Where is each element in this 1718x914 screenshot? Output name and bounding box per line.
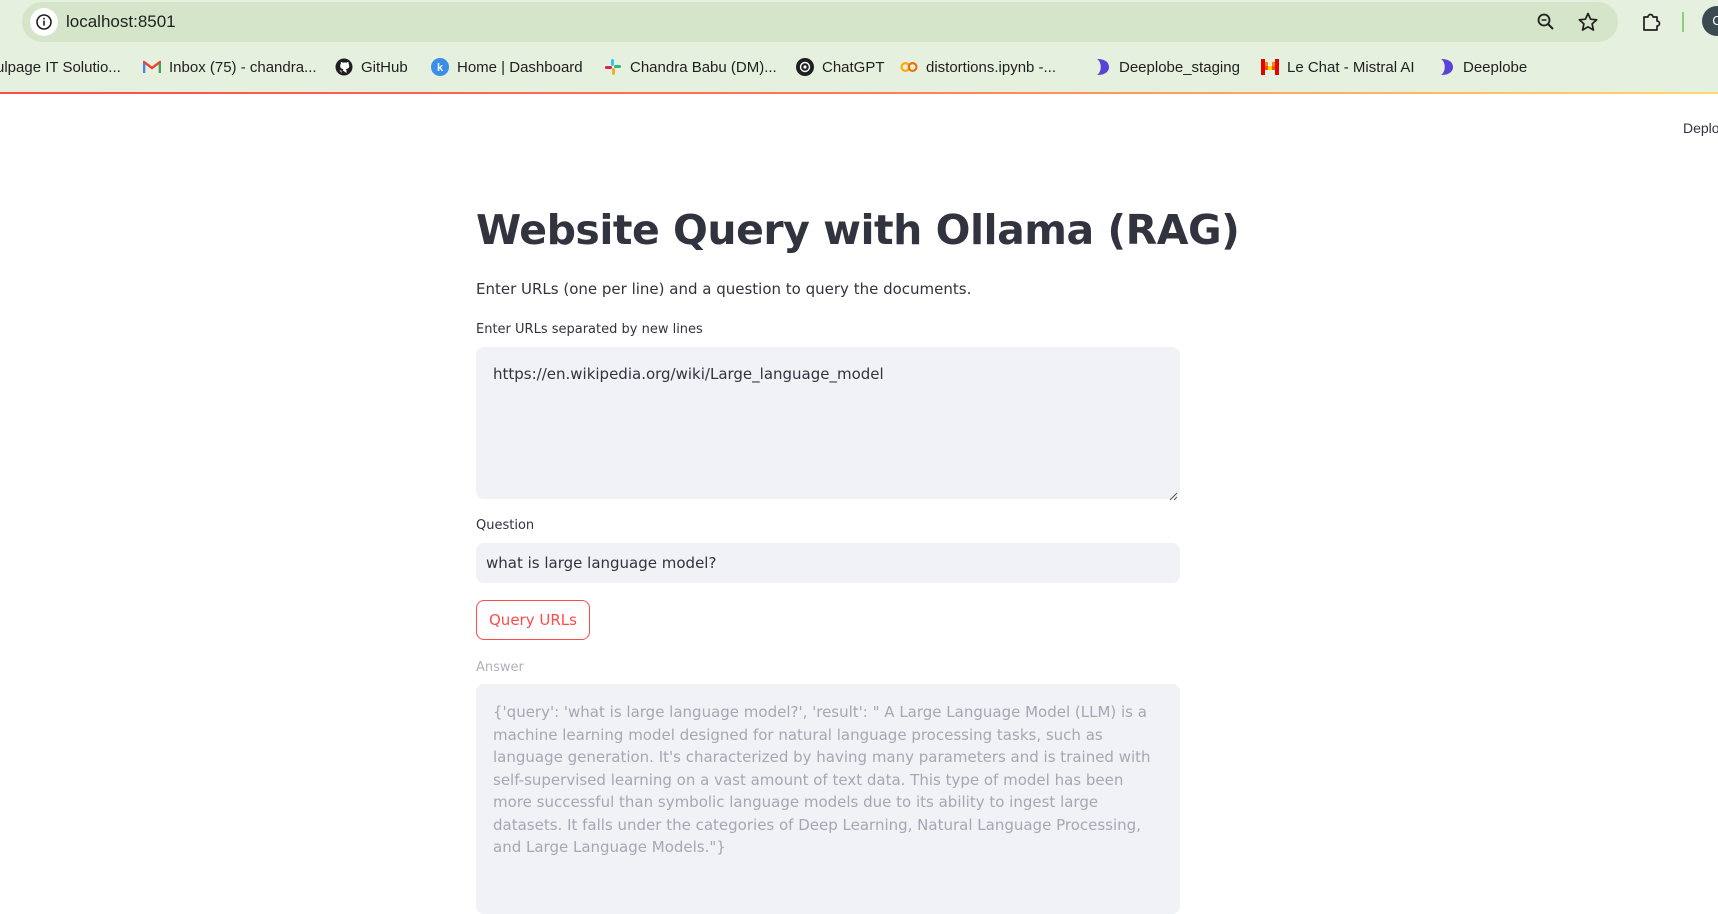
answer-label: Answer	[476, 660, 524, 675]
toolbar-divider	[1682, 12, 1684, 32]
answer-textarea[interactable]: {'query': 'what is large language model?…	[476, 684, 1180, 914]
profile-avatar[interactable]: C	[1702, 6, 1718, 36]
bookmark-ulpage[interactable]: ulpage IT Solutio...	[0, 48, 121, 86]
bookmark-mistral[interactable]: Le Chat - Mistral AI	[1261, 48, 1415, 86]
query-urls-button[interactable]: Query URLs	[476, 600, 590, 640]
bookmark-label: Inbox (75) - chandra...	[169, 58, 317, 76]
deeplobe-icon	[1093, 58, 1111, 76]
resize-handle-icon[interactable]	[1168, 487, 1178, 501]
bookmark-label: Chandra Babu (DM)...	[630, 58, 777, 76]
question-label: Question	[476, 518, 535, 533]
question-input[interactable]: what is large language model?	[476, 543, 1180, 583]
bookmark-label: ChatGPT	[822, 58, 885, 76]
bookmark-deeplobe[interactable]: Deeplobe	[1437, 48, 1527, 86]
bookmark-label: GitHub	[361, 58, 408, 76]
bookmark-label: Home | Dashboard	[457, 58, 583, 76]
deeplobe-icon	[1437, 58, 1455, 76]
bookmark-dashboard[interactable]: k Home | Dashboard	[431, 48, 583, 86]
app-area: Deplo Website Query with Ollama (RAG) En…	[0, 94, 1718, 914]
bookmark-github[interactable]: GitHub	[335, 48, 408, 86]
bookmark-label: Le Chat - Mistral AI	[1287, 58, 1415, 76]
bookmark-deeplobe-staging[interactable]: Deeplobe_staging	[1093, 48, 1240, 86]
bookmark-label: ulpage IT Solutio...	[0, 58, 121, 76]
mistral-icon	[1261, 58, 1279, 76]
slack-icon	[604, 58, 622, 76]
chatgpt-icon	[796, 58, 814, 76]
urls-textarea-value: https://en.wikipedia.org/wiki/Large_lang…	[493, 365, 884, 383]
bookmark-gmail[interactable]: Inbox (75) - chandra...	[143, 48, 317, 86]
github-icon	[335, 58, 353, 76]
url-text[interactable]: localhost:8501	[66, 2, 176, 42]
bookmark-label: distortions.ipynb -...	[926, 58, 1057, 76]
bookmark-slack[interactable]: Chandra Babu (DM)...	[604, 48, 777, 86]
urls-label: Enter URLs separated by new lines	[476, 322, 703, 337]
page-subtitle: Enter URLs (one per line) and a question…	[476, 280, 972, 298]
browser-chrome: localhost:8501 C ulpage IT Solutio... In…	[0, 0, 1718, 94]
svg-text:k: k	[437, 62, 444, 74]
question-input-value: what is large language model?	[486, 554, 717, 572]
bookmark-chatgpt[interactable]: ChatGPT	[796, 48, 885, 86]
site-info-icon[interactable]	[30, 8, 58, 36]
colab-icon	[900, 58, 918, 76]
gmail-icon	[143, 58, 161, 76]
answer-textarea-value: {'query': 'what is large language model?…	[493, 703, 1151, 856]
address-bar[interactable]: localhost:8501	[22, 2, 1618, 42]
deploy-button[interactable]: Deplo	[1683, 120, 1718, 136]
bookmarks-bar: ulpage IT Solutio... Inbox (75) - chandr…	[0, 48, 1718, 86]
page-title: Website Query with Ollama (RAG)	[476, 206, 1240, 254]
extensions-icon[interactable]	[1638, 8, 1664, 34]
bookmark-star-icon[interactable]	[1576, 10, 1600, 34]
urls-textarea[interactable]: https://en.wikipedia.org/wiki/Large_lang…	[476, 347, 1180, 501]
k-dashboard-icon: k	[431, 58, 449, 76]
bookmark-label: Deeplobe_staging	[1119, 58, 1240, 76]
zoom-icon[interactable]	[1534, 10, 1558, 34]
bookmark-colab[interactable]: distortions.ipynb -...	[900, 48, 1056, 86]
bookmark-label: Deeplobe	[1463, 58, 1528, 76]
